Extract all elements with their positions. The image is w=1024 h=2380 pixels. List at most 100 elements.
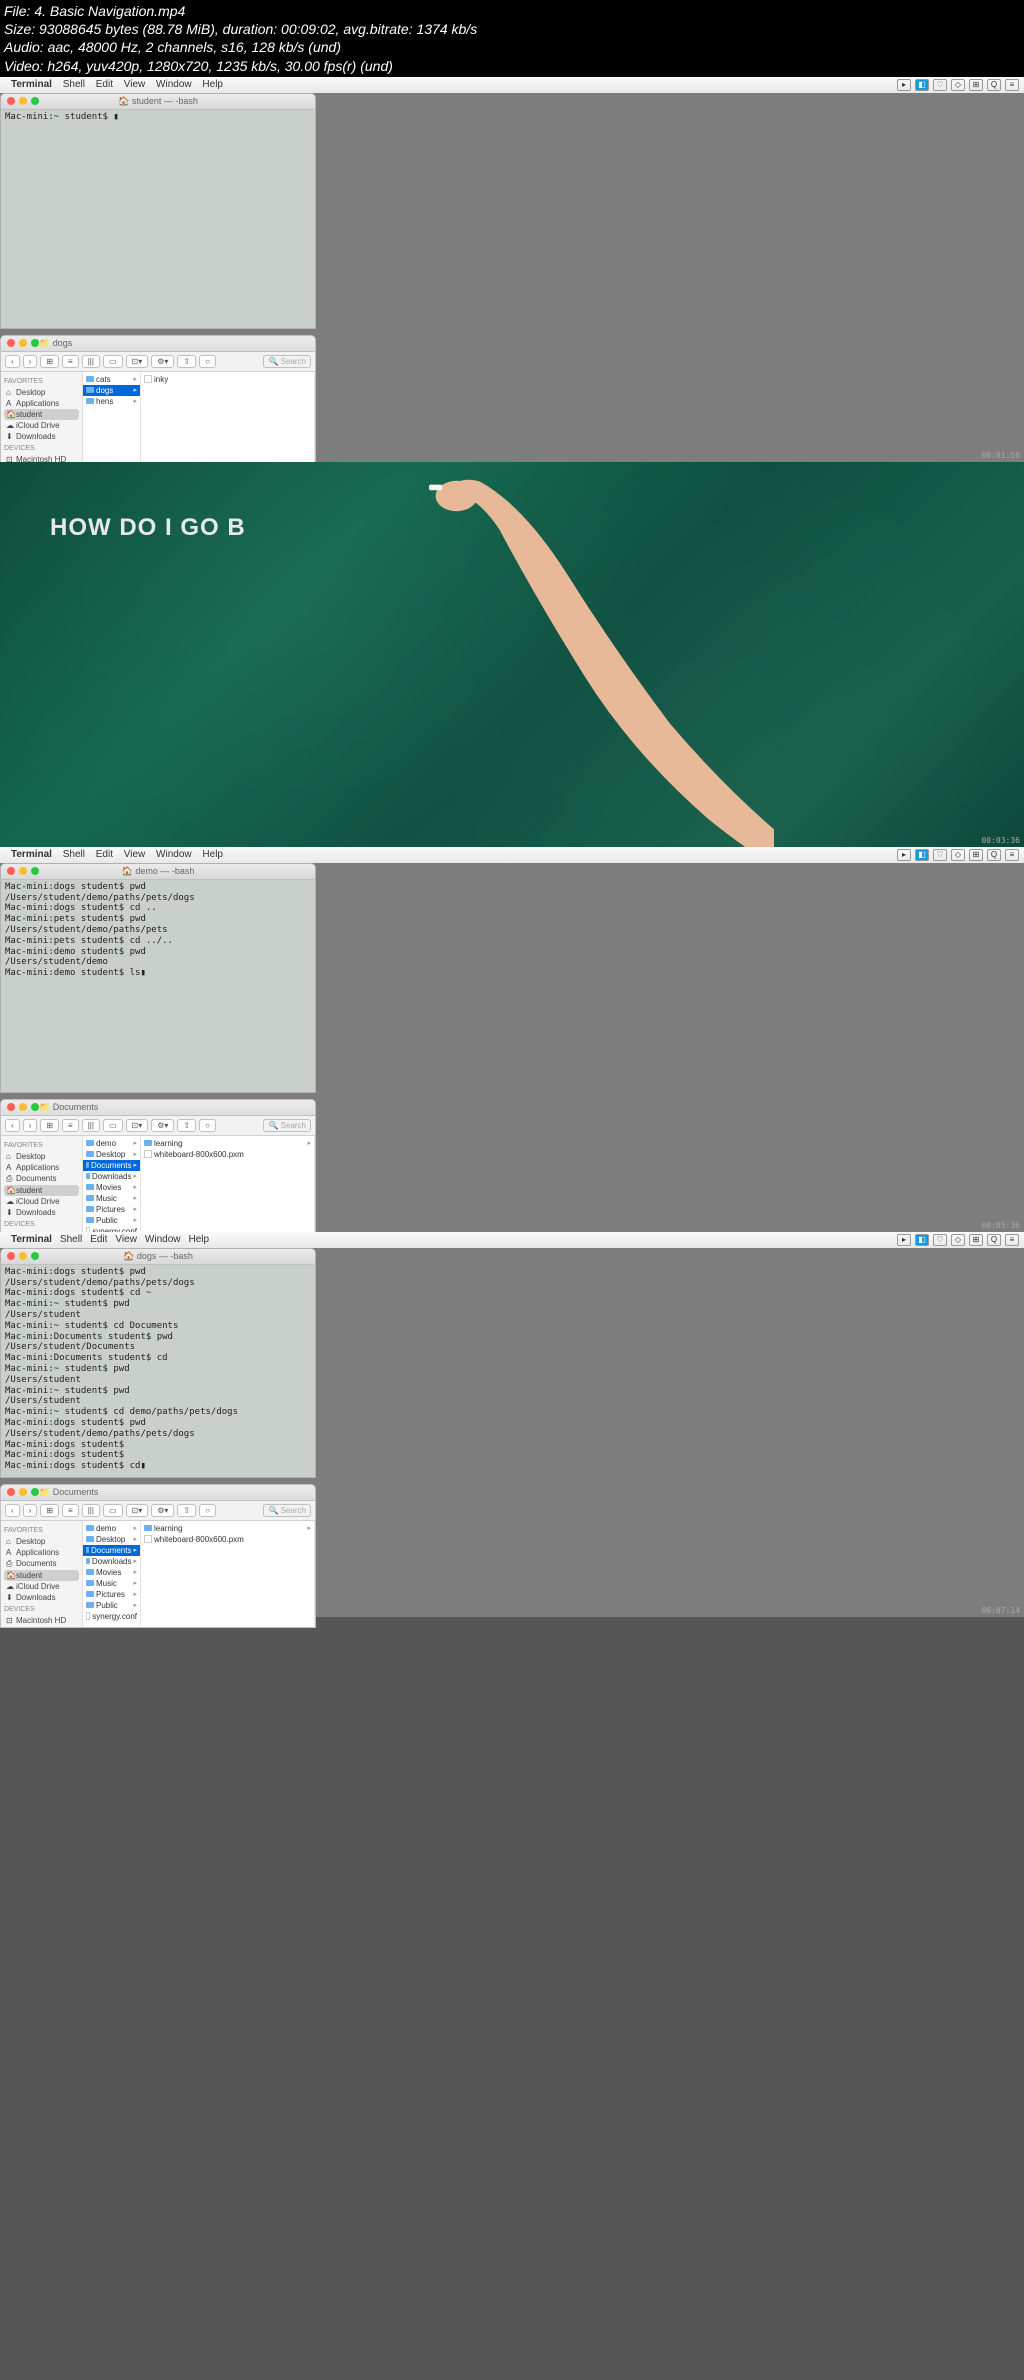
folder-row[interactable]: Downloads▸ (83, 1556, 140, 1567)
sidebar-item-macintoshhd[interactable]: ⊡Macintosh HD (4, 1615, 79, 1626)
status-icon[interactable]: ◇ (951, 849, 965, 861)
sidebar-item-icloud[interactable]: ☁iCloud Drive (4, 1196, 79, 1207)
folder-row[interactable]: demo▸ (83, 1138, 140, 1149)
sidebar-item-desktop[interactable]: ⌂Desktop (4, 387, 79, 398)
folder-row[interactable]: demo▸ (83, 1523, 140, 1534)
arrange-button[interactable]: ⊡▾ (126, 1119, 149, 1132)
view-list-button[interactable]: ≡ (62, 1119, 79, 1132)
folder-row[interactable]: Public▸ (83, 1600, 140, 1611)
status-icon[interactable]: ≡ (1005, 1234, 1019, 1246)
maximize-icon[interactable] (31, 1252, 39, 1260)
status-icon[interactable]: Q (987, 849, 1001, 861)
terminal-titlebar[interactable]: 🏠 demo — -bash (1, 864, 315, 880)
menu-shell[interactable]: Shell (60, 1234, 82, 1245)
close-icon[interactable] (7, 1488, 15, 1496)
status-icon[interactable]: ≡ (1005, 849, 1019, 861)
view-cover-button[interactable]: ▭ (103, 1119, 123, 1132)
folder-row[interactable]: hens▸ (83, 396, 140, 407)
maximize-icon[interactable] (31, 1488, 39, 1496)
menu-terminal[interactable]: Terminal (11, 79, 52, 90)
tags-button[interactable]: ○ (199, 355, 216, 368)
folder-row[interactable]: Public▸ (83, 1215, 140, 1226)
status-icon[interactable]: Q (987, 79, 1001, 91)
finder-titlebar[interactable]: 📁 dogs (1, 336, 315, 352)
menu-view[interactable]: View (124, 849, 146, 860)
status-icon[interactable]: ◇ (951, 79, 965, 91)
terminal-body[interactable]: Mac-mini:dogs student$ pwd /Users/studen… (1, 1265, 315, 1477)
folder-row[interactable]: Downloads▸ (83, 1171, 140, 1182)
maximize-icon[interactable] (31, 97, 39, 105)
status-icon[interactable]: ♡ (933, 1234, 947, 1246)
file-row[interactable]: whiteboard-800x600.pxm (141, 1534, 314, 1545)
folder-row[interactable]: Desktop▸ (83, 1149, 140, 1160)
folder-row[interactable]: Documents▸ (83, 1545, 140, 1556)
share-button[interactable]: ⇧ (177, 1119, 196, 1132)
status-icon[interactable]: ◧ (915, 79, 929, 91)
folder-row[interactable]: learning▸ (141, 1523, 314, 1534)
menu-help[interactable]: Help (202, 79, 223, 90)
view-column-button[interactable]: ||| (82, 355, 100, 368)
status-icon[interactable]: ♡ (933, 79, 947, 91)
minimize-icon[interactable] (19, 1488, 27, 1496)
view-column-button[interactable]: ||| (82, 1504, 100, 1517)
menu-view[interactable]: View (124, 79, 146, 90)
close-icon[interactable] (7, 1103, 15, 1111)
terminal-titlebar[interactable]: 🏠 dogs — -bash (1, 1249, 315, 1265)
action-button[interactable]: ⚙▾ (151, 355, 174, 368)
view-cover-button[interactable]: ▭ (103, 1504, 123, 1517)
menu-terminal[interactable]: Terminal (11, 1234, 52, 1245)
action-button[interactable]: ⚙▾ (151, 1119, 174, 1132)
arrange-button[interactable]: ⊡▾ (126, 1504, 149, 1517)
sidebar-item-desktop[interactable]: ⌂Desktop (4, 1536, 79, 1547)
forward-button[interactable]: › (23, 355, 38, 368)
forward-button[interactable]: › (23, 1119, 38, 1132)
folder-row[interactable]: Music▸ (83, 1578, 140, 1589)
sidebar-item-applications[interactable]: AApplications (4, 398, 79, 409)
tags-button[interactable]: ○ (199, 1504, 216, 1517)
sidebar-item-downloads[interactable]: ⬇Downloads (4, 431, 79, 442)
terminal-body[interactable]: Mac-mini:dogs student$ pwd /Users/studen… (1, 880, 315, 1092)
view-icon-button[interactable]: ⊞ (40, 1119, 59, 1132)
menu-shell[interactable]: Shell (63, 79, 85, 90)
search-input[interactable]: 🔍 Search (263, 1119, 311, 1132)
close-icon[interactable] (7, 867, 15, 875)
folder-row[interactable]: dogs▸ (83, 385, 140, 396)
folder-row[interactable]: cats▸ (83, 374, 140, 385)
view-icon-button[interactable]: ⊞ (40, 355, 59, 368)
status-icon[interactable]: ⊞ (969, 1234, 983, 1246)
close-icon[interactable] (7, 97, 15, 105)
tags-button[interactable]: ○ (199, 1119, 216, 1132)
forward-button[interactable]: › (23, 1504, 38, 1517)
action-button[interactable]: ⚙▾ (151, 1504, 174, 1517)
status-icon[interactable]: Q (987, 1234, 1001, 1246)
sidebar-item-applications[interactable]: AApplications (4, 1162, 79, 1173)
file-row[interactable]: inky (141, 374, 314, 385)
view-list-button[interactable]: ≡ (62, 1504, 79, 1517)
minimize-icon[interactable] (19, 1252, 27, 1260)
sidebar-item-documents[interactable]: ⎙Documents (4, 1558, 79, 1570)
file-row[interactable]: synergy.conf (83, 1611, 140, 1622)
menu-view[interactable]: View (115, 1234, 137, 1245)
share-button[interactable]: ⇧ (177, 1504, 196, 1517)
close-icon[interactable] (7, 1252, 15, 1260)
folder-row[interactable]: Music▸ (83, 1193, 140, 1204)
folder-row[interactable]: Desktop▸ (83, 1534, 140, 1545)
status-icon[interactable]: ▸ (897, 849, 911, 861)
search-input[interactable]: 🔍 Search (263, 355, 311, 368)
folder-row[interactable]: Pictures▸ (83, 1204, 140, 1215)
maximize-icon[interactable] (31, 867, 39, 875)
maximize-icon[interactable] (31, 1103, 39, 1111)
finder-titlebar[interactable]: 📁 Documents (1, 1485, 315, 1501)
minimize-icon[interactable] (19, 97, 27, 105)
view-icon-button[interactable]: ⊞ (40, 1504, 59, 1517)
status-icon[interactable]: ≡ (1005, 79, 1019, 91)
status-icon[interactable]: ▸ (897, 79, 911, 91)
menu-terminal[interactable]: Terminal (11, 849, 52, 860)
folder-row[interactable]: Documents▸ (83, 1160, 140, 1171)
status-icon[interactable]: ◇ (951, 1234, 965, 1246)
sidebar-item-icloud[interactable]: ☁iCloud Drive (4, 420, 79, 431)
menu-shell[interactable]: Shell (63, 849, 85, 860)
maximize-icon[interactable] (31, 339, 39, 347)
menu-edit[interactable]: Edit (96, 79, 113, 90)
folder-row[interactable]: Movies▸ (83, 1182, 140, 1193)
